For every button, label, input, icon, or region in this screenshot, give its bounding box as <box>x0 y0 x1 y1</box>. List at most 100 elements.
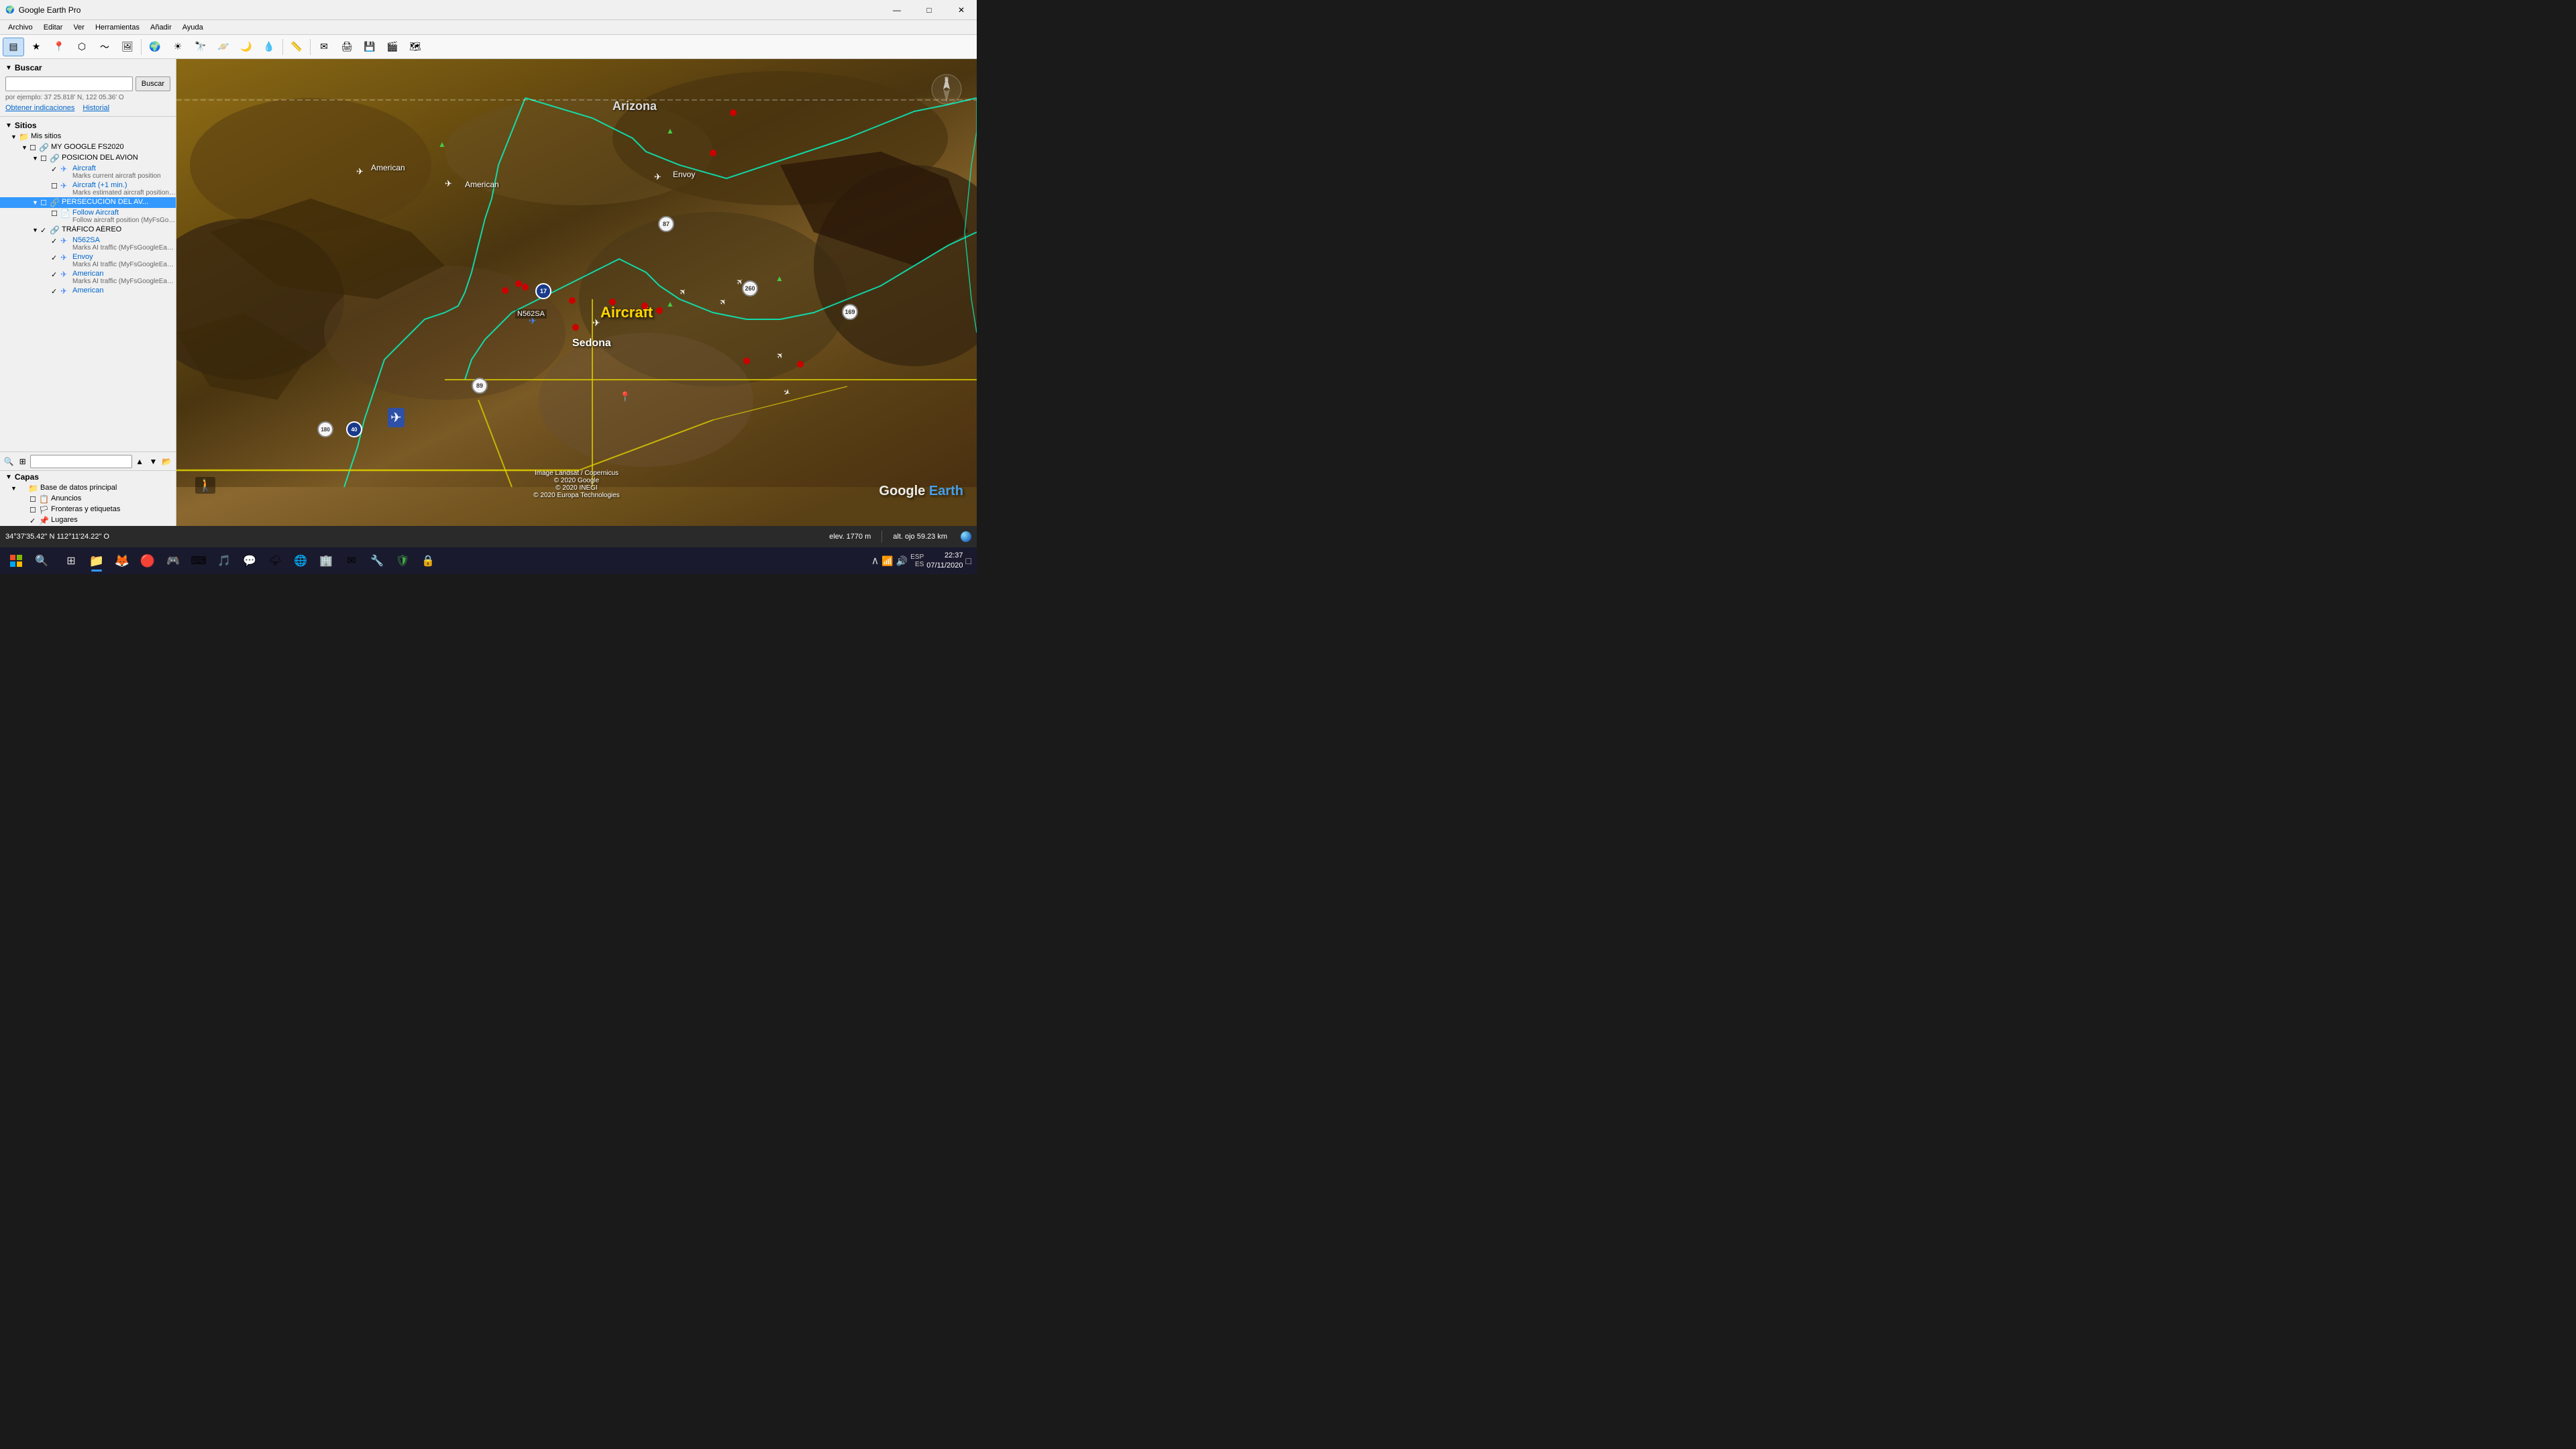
sidebar-square-btn[interactable]: ⊞ <box>16 454 28 469</box>
check-fronteras[interactable]: ☐ <box>30 506 39 515</box>
search-button[interactable]: Buscar <box>136 76 170 91</box>
taskbar-app-discord[interactable]: 💬 <box>237 549 262 573</box>
taskbar-clock[interactable]: 22:37 07/11/2020 <box>926 551 963 572</box>
menu-añadir[interactable]: Añadir <box>145 22 177 33</box>
toolbar-polygon-btn[interactable]: ⬡ <box>71 38 93 56</box>
check-n562sa[interactable]: ✓ <box>51 237 60 246</box>
icon-fronteras: 🏳 <box>39 505 50 515</box>
tree-item-aircraft[interactable]: ✓ ✈ Aircraft Marks current aircraft posi… <box>0 164 176 180</box>
taskbar-app-todo[interactable]: 🔧 <box>365 549 389 573</box>
toolbar-water-btn[interactable]: 💧 <box>258 38 280 56</box>
toolbar-image-btn[interactable]: 🖼 <box>117 38 138 56</box>
taskbar-app-firefox[interactable]: 🦊 <box>110 549 134 573</box>
sidebar-down-btn[interactable]: ▼ <box>147 454 159 469</box>
toolbar-maps-btn[interactable]: 🗺 <box>405 38 426 56</box>
check-anuncios[interactable]: ☐ <box>30 495 39 504</box>
tree-item-aircraft-1min[interactable]: ☐ ✈ Aircraft (+1 min.) Marks estimated a… <box>0 180 176 197</box>
check-american[interactable]: ✓ <box>51 270 60 279</box>
toolbar-sidebar-btn[interactable]: ▤ <box>3 38 24 56</box>
layers-header[interactable]: ▼ Capas <box>0 471 176 483</box>
sidebar-folder-btn[interactable]: 📂 <box>161 454 173 469</box>
sidebar-up-btn[interactable]: ▲ <box>133 454 146 469</box>
check-persecucion[interactable]: ☐ <box>40 199 50 207</box>
taskbar-network-icon[interactable]: 📶 <box>881 555 893 567</box>
minimize-button[interactable]: — <box>881 0 912 20</box>
compass: N <box>930 72 963 106</box>
tree-item-base-db[interactable]: ▼ 📁 Base de datos principal <box>0 483 176 494</box>
toolbar-moon-btn[interactable]: 🌙 <box>235 38 257 56</box>
tree-item-fronteras[interactable]: ☐ 🏳 Fronteras y etiquetas <box>0 504 176 515</box>
toolbar-earth-btn[interactable]: 🌍 <box>144 38 166 56</box>
check-aircraft-1min[interactable]: ☐ <box>51 182 60 191</box>
taskbar-up-arrow[interactable]: ∧ <box>871 554 879 568</box>
taskbar-app-red-app[interactable]: 🔴 <box>136 549 160 573</box>
tree-item-follow-aircraft[interactable]: ☐ 📄 Follow Aircraft Follow aircraft posi… <box>0 208 176 225</box>
toolbar-sky-btn[interactable]: 🔭 <box>190 38 211 56</box>
toolbar-tour-btn[interactable]: ★ <box>25 38 47 56</box>
get-directions-link[interactable]: Obtener indicaciones <box>5 104 74 112</box>
maximize-button[interactable]: □ <box>914 0 945 20</box>
toolbar-sun-btn[interactable]: ☀ <box>167 38 189 56</box>
toolbar-mars-btn[interactable]: 🪐 <box>213 38 234 56</box>
tree-item-anuncios[interactable]: ☐ 📋 Anuncios <box>0 494 176 504</box>
toolbar-ruler-btn[interactable]: 📏 <box>286 38 307 56</box>
map-area[interactable]: Arizona American American Envoy ✈ ✈ ✈ ✈ … <box>176 59 977 526</box>
menu-herramientas[interactable]: Herramientas <box>90 22 145 33</box>
search-header[interactable]: ▼ Buscar <box>5 63 170 72</box>
tree-item-american[interactable]: ✓ ✈ American Marks AI traffic (MyFsGoogl… <box>0 269 176 286</box>
label-n562sa: N562SA <box>72 236 176 244</box>
menu-ayuda[interactable]: Ayuda <box>177 22 209 33</box>
tree-item-envoy[interactable]: ✓ ✈ Envoy Marks AI traffic (MyFsGoogleEa… <box>0 252 176 269</box>
close-button[interactable]: ✕ <box>946 0 977 20</box>
menu-editar[interactable]: Editar <box>38 22 68 33</box>
toolbar-save-btn[interactable]: 💾 <box>359 38 380 56</box>
network-icon-posicion: 🔗 <box>50 154 60 163</box>
check-my-google[interactable]: ☐ <box>30 144 39 152</box>
check-aircraft[interactable]: ✓ <box>51 165 60 174</box>
sites-header[interactable]: ▼ Sitios <box>0 119 176 131</box>
taskbar-app-weather[interactable]: 🌩 <box>263 549 287 573</box>
check-trafico[interactable]: ✓ <box>40 226 50 235</box>
check-follow[interactable]: ☐ <box>51 209 60 218</box>
sidebar-filter-input[interactable] <box>30 455 132 468</box>
sites-section: ▼ Sitios ▼ 📁 Mis sitios ▼ ☐ 🔗 MY GOOGLE … <box>0 117 176 451</box>
label-american2: American <box>72 286 176 294</box>
taskbar-app-vpn[interactable]: 🔒 <box>416 549 440 573</box>
taskbar-app-mail[interactable]: ✉ <box>339 549 364 573</box>
taskbar-volume-icon[interactable]: 🔊 <box>896 555 908 567</box>
start-button[interactable] <box>3 549 30 573</box>
tree-item-posicion[interactable]: ▼ ☐ 🔗 POSICION DEL AVIÓN <box>0 153 176 164</box>
check-lugares[interactable]: ✓ <box>30 517 39 525</box>
toolbar-placemark-btn[interactable]: 📍 <box>48 38 70 56</box>
taskbar-app-taskview[interactable]: ⊞ <box>59 549 83 573</box>
taskbar-app-file-explorer[interactable]: 📁 <box>85 549 109 573</box>
taskbar-notification-icon[interactable]: □ <box>966 555 971 566</box>
check-envoy[interactable]: ✓ <box>51 254 60 262</box>
tree-item-lugares[interactable]: ✓ 📌 Lugares <box>0 515 176 526</box>
sidebar-search-btn[interactable]: 🔍 <box>3 454 15 469</box>
toolbar-path-btn[interactable]: 〜 <box>94 38 115 56</box>
taskbar-app-news[interactable]: 🏢 <box>314 549 338 573</box>
tree-item-trafico[interactable]: ▼ ✓ 🔗 TRÁFICO AÉREO <box>0 225 176 235</box>
toolbar-movie-btn[interactable]: 🎬 <box>382 38 403 56</box>
menu-archivo[interactable]: Archivo <box>3 22 38 33</box>
menu-ver[interactable]: Ver <box>68 22 90 33</box>
check-posicion[interactable]: ☐ <box>40 154 50 163</box>
taskbar-app-security[interactable]: 🛡 <box>390 549 415 573</box>
taskbar-app-edge[interactable]: 🌐 <box>288 549 313 573</box>
taskbar-app-keyboard[interactable]: ⌨ <box>186 549 211 573</box>
tree-item-american2[interactable]: ✓ ✈ American <box>0 286 176 297</box>
tree-item-persecucion[interactable]: ▼ ☐ 🔗 PERSECUCIÓN DEL AV... <box>0 197 176 208</box>
tree-item-my-google[interactable]: ▼ ☐ 🔗 MY GOOGLE FS2020 <box>0 142 176 153</box>
taskbar-search-icon[interactable]: 🔍 <box>30 549 54 573</box>
history-link[interactable]: Historial <box>83 104 109 112</box>
taskbar-app-music[interactable]: 🎵 <box>212 549 236 573</box>
tree-item-mis-sitios[interactable]: ▼ 📁 Mis sitios <box>0 131 176 142</box>
tree-item-n562sa[interactable]: ✓ ✈ N562SA Marks AI traffic (MyFsGoogleE… <box>0 235 176 252</box>
search-input[interactable] <box>5 76 133 91</box>
taskbar-app-rgb[interactable]: 🎮 <box>161 549 185 573</box>
check-american2[interactable]: ✓ <box>51 287 60 296</box>
desc-aircraft-1min: Marks estimated aircraft position in 1 <box>72 189 176 197</box>
toolbar-email-btn[interactable]: ✉ <box>313 38 335 56</box>
toolbar-print-btn[interactable]: 🖨 <box>336 38 358 56</box>
